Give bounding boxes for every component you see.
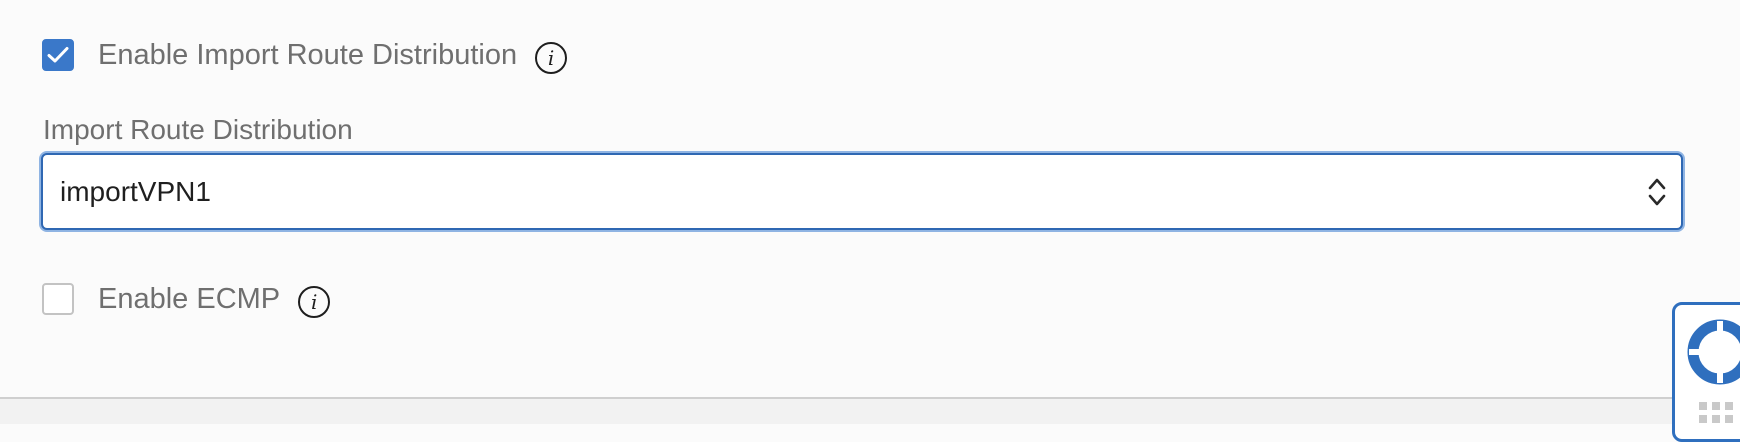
import-route-checkbox-row: Enable Import Route Distribution i	[42, 36, 568, 74]
import-route-select-value: importVPN1	[60, 175, 211, 207]
info-icon-glyph: i	[310, 290, 318, 314]
checkmark-icon	[47, 47, 69, 63]
import-route-select[interactable]: importVPN1	[41, 153, 1683, 230]
drag-grip-icon[interactable]	[1699, 402, 1733, 423]
lifebuoy-icon	[1687, 319, 1740, 385]
info-icon-glyph: i	[547, 46, 555, 70]
info-icon[interactable]: i	[535, 42, 568, 74]
chevron-up-down-icon	[1647, 175, 1667, 209]
ecmp-checkbox-row: Enable ECMP i	[42, 280, 331, 318]
import-route-select-label: Import Route Distribution	[43, 114, 353, 145]
footer-strip	[0, 399, 1740, 424]
import-route-checkbox[interactable]	[42, 39, 74, 71]
import-route-checkbox-label[interactable]: Enable Import Route Distribution	[98, 39, 517, 72]
info-icon[interactable]: i	[298, 286, 331, 318]
ecmp-checkbox-label[interactable]: Enable ECMP	[98, 283, 280, 316]
ecmp-checkbox[interactable]	[42, 283, 74, 315]
help-widget-button[interactable]	[1672, 302, 1740, 442]
